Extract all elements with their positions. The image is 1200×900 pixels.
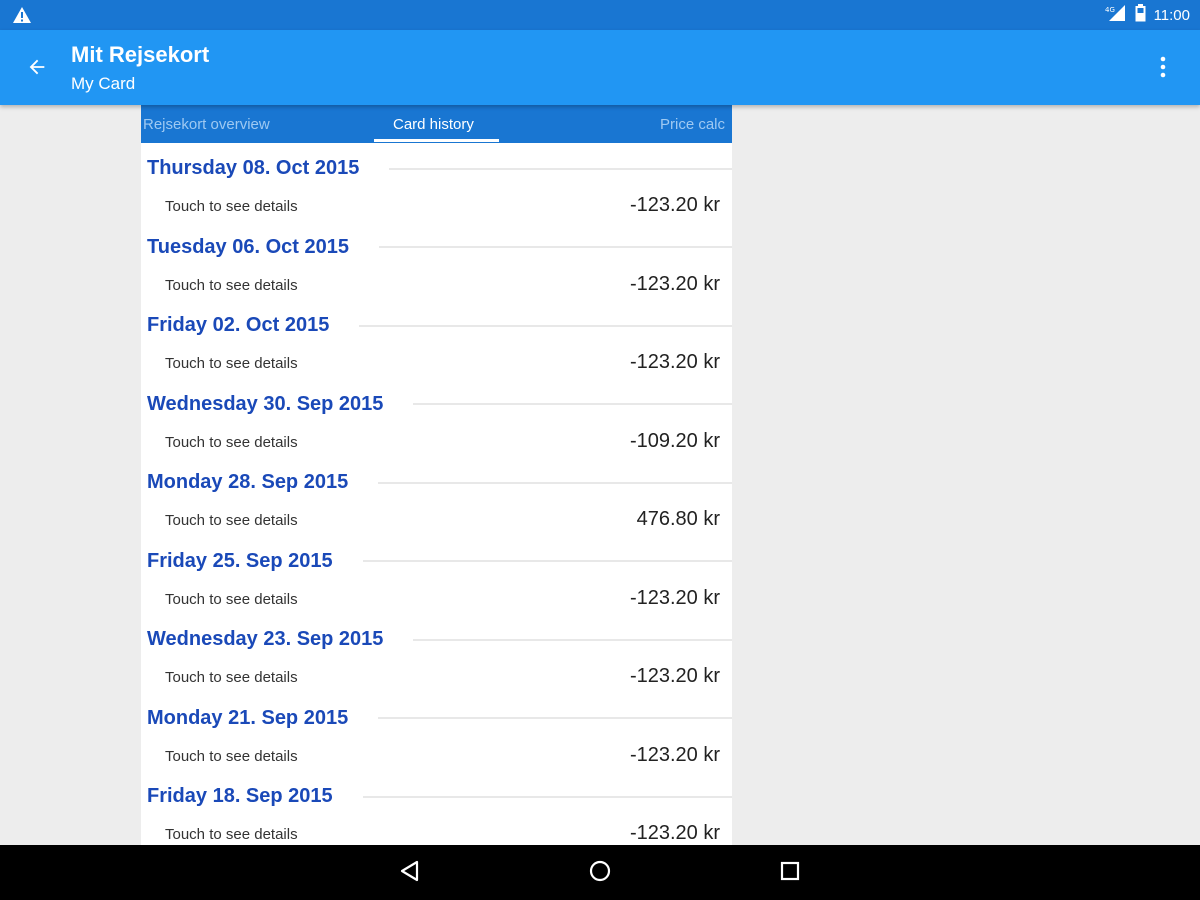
transaction-row[interactable]: Touch to see details -123.20 kr [141,269,732,303]
divider [362,560,732,562]
signal-icon: 4G [1105,4,1127,26]
day-date: Wednesday 30. Sep 2015 [147,392,384,415]
tab-price-calc[interactable]: Price calc [660,105,725,143]
transaction-amount: -123.20 kr [629,586,720,609]
transaction-detail-hint: Touch to see details [165,747,298,765]
svg-text:4G: 4G [1105,6,1115,14]
app-subtitle: My Card [71,74,136,93]
day-date: Wednesday 23. Sep 2015 [147,628,384,650]
transaction-detail-hint: Touch to see details [165,276,298,294]
divider [378,246,732,248]
nav-home-icon [588,859,612,888]
divider [359,324,732,327]
transaction-amount: -123.20 kr [629,822,720,844]
history-day: Thursday 08. Oct 2015 Touch to see detai… [141,146,732,225]
tab-rejsekort-overview[interactable]: Rejsekort overview [143,105,270,143]
day-header: Thursday 08. Oct 2015 [147,157,732,180]
day-date: Friday 25. Sep 2015 [147,549,333,572]
divider [413,403,732,405]
status-time: 11:00 [1153,6,1190,24]
transaction-amount: -123.20 kr [629,272,720,295]
transaction-amount: -123.20 kr [629,743,720,766]
transaction-detail-hint: Touch to see details [165,669,298,686]
transaction-amount: -123.20 kr [629,665,720,687]
tab-indicator [374,139,499,142]
day-header: Friday 18. Sep 2015 [147,785,732,808]
transaction-row[interactable]: Touch to see details -123.20 kr [141,740,732,774]
transaction-detail-hint: Touch to see details [165,512,298,529]
divider [378,481,732,484]
status-icons: 4G 11:00 [1105,0,1190,30]
day-header: Friday 02. Oct 2015 [147,314,732,337]
transaction-detail-hint: Touch to see details [165,355,298,372]
nav-back-button[interactable] [394,857,426,889]
app-title: Mit Rejsekort [71,42,210,67]
day-date: Thursday 08. Oct 2015 [147,157,360,179]
day-date: Monday 21. Sep 2015 [147,706,349,729]
history-day: Wednesday 23. Sep 2015 Touch to see deta… [141,617,732,696]
divider [389,167,732,170]
warning-icon [12,6,32,24]
day-date: Monday 28. Sep 2015 [147,471,349,493]
card-panel: Rejsekort overview Card history Price ca… [141,105,732,845]
day-header: Monday 28. Sep 2015 [147,471,732,494]
day-header: Tuesday 06. Oct 2015 [147,236,732,259]
more-vert-icon [1160,56,1166,83]
status-bar: 4G 11:00 [0,0,1200,30]
history-day: Monday 21. Sep 2015 Touch to see details… [141,696,732,775]
history-day: Friday 18. Sep 2015 Touch to see details… [141,774,732,845]
transaction-row[interactable]: Touch to see details 476.80 kr [141,504,732,538]
transaction-row[interactable]: Touch to see details -123.20 kr [141,347,732,381]
nav-recents-icon [780,861,800,886]
day-date: Friday 18. Sep 2015 [147,785,333,807]
tab-bar: Rejsekort overview Card history Price ca… [141,105,732,143]
divider [378,717,732,719]
nav-back-icon [399,860,421,887]
day-header: Friday 25. Sep 2015 [147,550,732,573]
day-header: Wednesday 23. Sep 2015 [147,628,732,651]
divider [362,795,732,798]
transaction-detail-hint: Touch to see details [165,826,298,843]
back-button[interactable] [20,52,54,86]
transaction-row[interactable]: Touch to see details -123.20 kr [141,818,732,845]
navigation-bar [0,845,1200,900]
transaction-row[interactable]: Touch to see details -123.20 kr [141,583,732,617]
transaction-amount: -123.20 kr [629,351,720,373]
history-list[interactable]: Thursday 08. Oct 2015 Touch to see detai… [141,146,732,845]
day-header: Wednesday 30. Sep 2015 [147,393,732,416]
history-day: Wednesday 30. Sep 2015 Touch to see deta… [141,382,732,461]
history-day: Monday 28. Sep 2015 Touch to see details… [141,460,732,539]
battery-icon [1135,4,1146,26]
nav-home-button[interactable] [584,857,616,889]
transaction-row[interactable]: Touch to see details -109.20 kr [141,426,732,460]
transaction-amount: -123.20 kr [629,194,720,216]
nav-recents-button[interactable] [774,857,806,889]
transaction-amount: -109.20 kr [629,429,720,452]
overflow-menu-button[interactable] [1148,52,1178,86]
transaction-detail-hint: Touch to see details [165,590,298,608]
history-day: Friday 25. Sep 2015 Touch to see details… [141,539,732,618]
day-date: Friday 02. Oct 2015 [147,314,330,336]
transaction-amount: 476.80 kr [636,508,720,530]
tab-card-history[interactable]: Card history [393,105,474,143]
transaction-row[interactable]: Touch to see details -123.20 kr [141,661,732,695]
history-day: Tuesday 06. Oct 2015 Touch to see detail… [141,225,732,304]
divider [413,638,732,641]
day-date: Tuesday 06. Oct 2015 [147,235,349,258]
arrow-back-icon [26,56,48,83]
day-header: Monday 21. Sep 2015 [147,707,732,730]
history-day: Friday 02. Oct 2015 Touch to see details… [141,303,732,382]
transaction-detail-hint: Touch to see details [165,198,298,215]
transaction-row[interactable]: Touch to see details -123.20 kr [141,190,732,224]
transaction-detail-hint: Touch to see details [165,433,298,451]
app-bar: Mit Rejsekort My Card [0,30,1200,105]
